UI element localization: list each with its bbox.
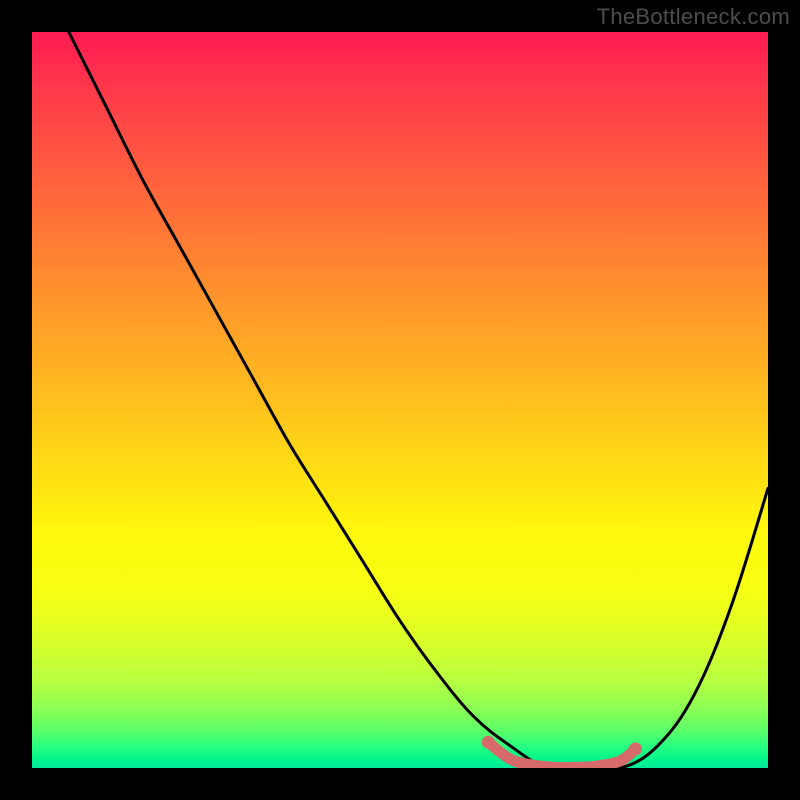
chart-frame: TheBottleneck.com	[0, 0, 800, 800]
curve-svg	[32, 32, 768, 768]
bottleneck-curve	[69, 32, 768, 768]
watermark-text: TheBottleneck.com	[597, 4, 790, 30]
highlight-start-dot	[482, 736, 495, 749]
plot-area	[32, 32, 768, 768]
highlight-end-dot	[629, 742, 642, 755]
